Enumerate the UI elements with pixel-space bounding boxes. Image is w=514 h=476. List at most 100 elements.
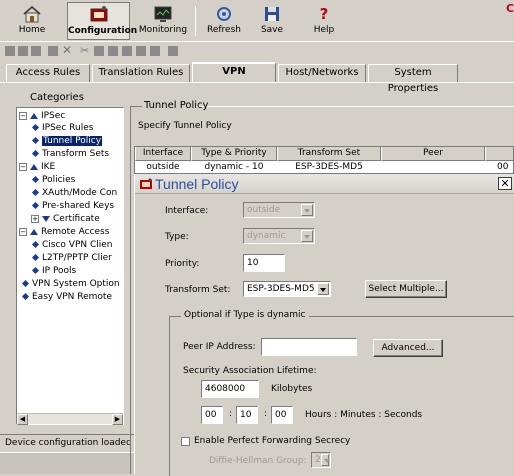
- tree-item-remote-access[interactable]: − Remote Access: [19, 226, 109, 238]
- tree-label: Policies: [42, 175, 76, 185]
- group-border: [130, 106, 142, 107]
- expand-icon[interactable]: +: [31, 214, 39, 223]
- tree-horizontal-scrollbar[interactable]: ◀ ▶: [17, 413, 123, 425]
- category-tree[interactable]: − IPSec IPSec Rules Tunnel Policy Transfo…: [16, 107, 124, 425]
- tree-item-vpn-system-options[interactable]: VPN System Option: [21, 278, 120, 290]
- tree-label: Easy VPN Remote: [32, 292, 112, 302]
- home-button[interactable]: Home: [4, 2, 60, 40]
- tree-item-cisco-vpn-client[interactable]: Cisco VPN Clien: [31, 239, 113, 251]
- table-cell[interactable]: outside: [135, 161, 191, 173]
- column-header-interface[interactable]: Interface: [135, 147, 191, 161]
- main-toolbar: Home Configuration Monitoring Refresh Sa: [0, 0, 514, 42]
- collapse-icon[interactable]: −: [19, 111, 27, 120]
- refresh-icon: [217, 7, 231, 21]
- refresh-button[interactable]: Refresh: [202, 2, 246, 40]
- folder-up-icon: [30, 163, 38, 170]
- column-header-type-priority[interactable]: Type & Priority: [191, 147, 277, 161]
- transform-set-label: Transform Set:: [165, 285, 231, 295]
- tree-label: L2TP/PPTP Clier: [42, 253, 112, 263]
- pfs-checkbox[interactable]: [181, 437, 190, 446]
- tree-item-ipsec[interactable]: − IPSec: [19, 110, 65, 122]
- add-row-icon[interactable]: [5, 46, 15, 56]
- chevron-down-icon[interactable]: [301, 204, 313, 216]
- collapse-icon[interactable]: −: [19, 162, 27, 171]
- priority-input[interactable]: [243, 254, 285, 272]
- collapse-icon[interactable]: −: [19, 227, 27, 236]
- properties-icon[interactable]: [48, 46, 58, 56]
- peer-ip-input[interactable]: [261, 338, 357, 356]
- type-select[interactable]: dynamic: [243, 228, 315, 244]
- table-cell[interactable]: [381, 161, 485, 173]
- tree-item-policies[interactable]: Policies: [31, 174, 75, 186]
- interface-select[interactable]: outside: [243, 202, 315, 218]
- save-button[interactable]: Save: [250, 2, 294, 40]
- tree-item-xauth[interactable]: XAuth/Mode Con: [31, 187, 117, 199]
- tree-item-ipsec-rules[interactable]: IPSec Rules: [31, 122, 93, 134]
- chevron-down-icon[interactable]: [317, 283, 329, 295]
- tab-vpn[interactable]: VPN: [192, 62, 276, 83]
- cut-icon[interactable]: ✂: [80, 45, 90, 56]
- copy-icon[interactable]: [94, 46, 104, 56]
- tree-item-pre-shared-keys[interactable]: Pre-shared Keys: [31, 200, 114, 212]
- tree-item-l2tp-pptp[interactable]: L2TP/PPTP Clier: [31, 252, 112, 264]
- paste-after-icon[interactable]: [122, 46, 132, 56]
- group-border: [196, 106, 514, 107]
- delete-icon[interactable]: ✕: [62, 44, 72, 56]
- dialog-title-bar[interactable]: Tunnel Policy ✕: [135, 174, 514, 194]
- tab-translation-rules[interactable]: Translation Rules: [92, 64, 190, 82]
- edit-row-icon[interactable]: [18, 46, 28, 56]
- tree-label: IP Pools: [42, 266, 77, 276]
- sa-lifetime-label: Security Association Lifetime:: [183, 366, 317, 376]
- bullet-icon: [21, 279, 30, 288]
- status-bar: Device configuration loaded suc: [0, 434, 134, 450]
- minutes-input[interactable]: [236, 406, 258, 424]
- tab-access-rules[interactable]: Access Rules: [6, 64, 90, 82]
- edit-toolbar: ✕ ✂: [0, 43, 514, 61]
- find-icon[interactable]: [150, 46, 160, 56]
- table-cell[interactable]: dynamic - 10: [191, 161, 277, 173]
- tree-item-transform-sets[interactable]: Transform Sets: [31, 148, 109, 160]
- bullet-icon: [31, 201, 40, 210]
- tree-label: VPN System Option: [32, 279, 120, 289]
- tree-item-tunnel-policy[interactable]: Tunnel Policy: [31, 135, 103, 147]
- scroll-right-icon[interactable]: ▶: [112, 414, 123, 425]
- bottom-strip: [0, 452, 134, 474]
- tree-item-ip-pools[interactable]: IP Pools: [31, 265, 76, 277]
- tree-item-certificate[interactable]: + Certificate: [31, 213, 100, 225]
- dh-group-select[interactable]: 2: [311, 452, 331, 468]
- cisco-logo: Ci: [506, 2, 514, 15]
- tunnel-policy-table[interactable]: Interface Type & Priority Transform Set …: [134, 146, 514, 174]
- chevron-down-icon[interactable]: [321, 454, 330, 466]
- tree-label: Remote Access: [41, 227, 110, 237]
- seconds-input[interactable]: [271, 406, 293, 424]
- chevron-down-icon[interactable]: [301, 230, 313, 242]
- table-cell[interactable]: ESP-3DES-MD5: [277, 161, 381, 173]
- monitoring-button[interactable]: Monitoring: [136, 2, 190, 40]
- pfs-label: Enable Perfect Forwarding Secrecy: [194, 436, 351, 446]
- configuration-button[interactable]: Configuration: [67, 2, 137, 40]
- help-button[interactable]: ? Help: [302, 2, 346, 40]
- paste-before-icon[interactable]: [136, 46, 146, 56]
- save-icon: [265, 7, 279, 21]
- type-value: dynamic: [247, 231, 286, 241]
- column-header-transform-set[interactable]: Transform Set: [277, 147, 381, 161]
- tab-host-networks[interactable]: Host/Networks: [278, 64, 366, 82]
- group-border: [130, 106, 131, 474]
- select-multiple-button[interactable]: Select Multiple...: [365, 280, 447, 298]
- tree-item-easy-vpn-remote[interactable]: Easy VPN Remote: [21, 291, 112, 303]
- table-cell[interactable]: 00: [497, 161, 513, 173]
- column-header-extra[interactable]: [485, 147, 513, 161]
- transform-set-select[interactable]: ESP-3DES-MD5: [243, 281, 331, 297]
- kilobytes-input[interactable]: [201, 380, 259, 398]
- tab-system-properties[interactable]: System Properties: [368, 64, 458, 94]
- scroll-left-icon[interactable]: ◀: [17, 414, 28, 425]
- advanced-button[interactable]: Advanced...: [373, 339, 443, 357]
- configuration-label: Configuration: [68, 26, 138, 36]
- column-header-peer[interactable]: Peer: [381, 147, 485, 161]
- paste-icon[interactable]: [108, 46, 118, 56]
- close-icon[interactable]: ✕: [498, 177, 512, 190]
- hours-input[interactable]: [201, 406, 223, 424]
- tree-item-ike[interactable]: − IKE: [19, 161, 55, 173]
- network-icon[interactable]: [168, 46, 178, 56]
- insert-row-icon[interactable]: [31, 46, 41, 56]
